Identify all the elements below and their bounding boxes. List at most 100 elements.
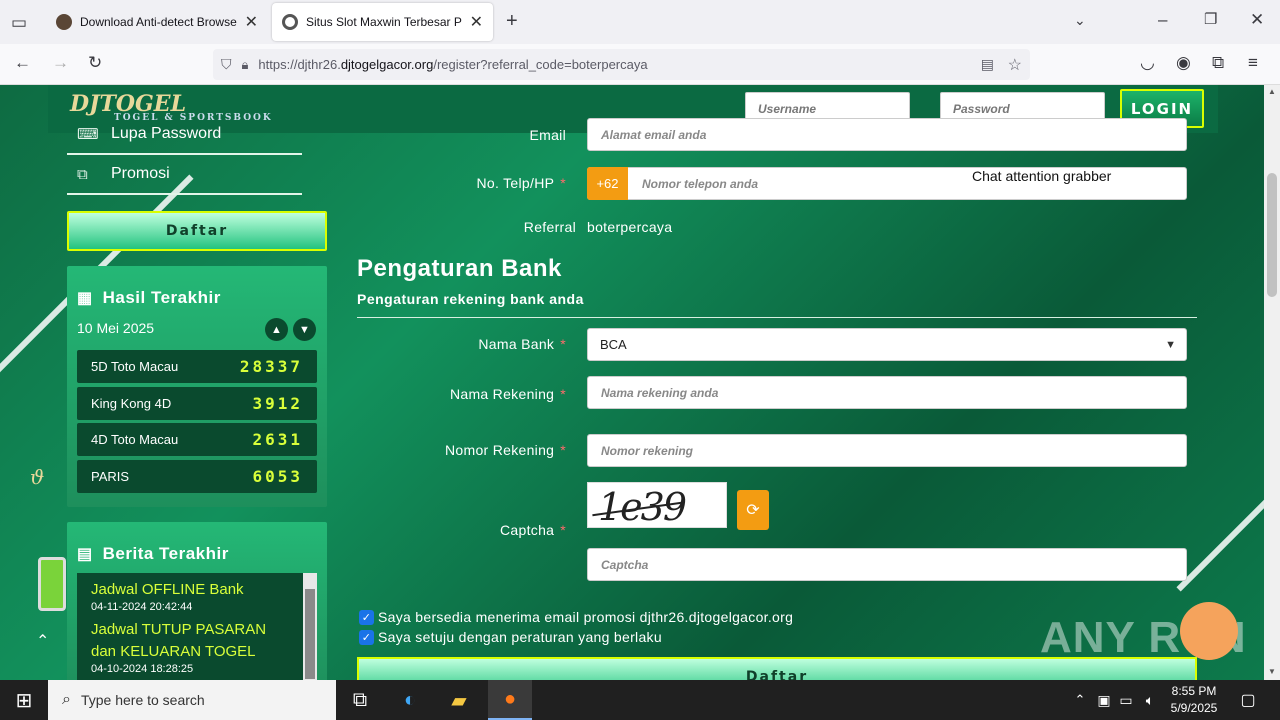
firefox-icon[interactable]: ●	[488, 680, 532, 720]
news-panel: ▤ Berita Terakhir Jadwal OFFLINE Bank 04…	[67, 522, 327, 680]
scroll-down-icon[interactable]: ▼	[1268, 667, 1276, 676]
result-number: 2631	[252, 430, 303, 449]
floating-logo-icon[interactable]: ϑ	[30, 465, 44, 489]
windows-taskbar: ⊞ ⌕ Type here to search ⧉ ◐ ▰ ● ⌃ ▣ ▭ 🔈︎…	[0, 680, 1280, 720]
tab-anti-detect[interactable]: Download Anti-detect Browser ✕	[46, 3, 268, 41]
promo-checkbox-row[interactable]: ✓ Saya bersedia menerima email promosi d…	[359, 609, 793, 625]
label-text: Nama Rekening	[449, 386, 555, 402]
promo-checkbox-label: Saya bersedia menerima email promosi djt…	[378, 609, 794, 625]
close-window-icon[interactable]: ✕	[1250, 10, 1264, 30]
account-name-field[interactable]: Nama rekening anda	[587, 376, 1187, 409]
news-list[interactable]: Jadwal OFFLINE Bank 04-11-2024 20:42:44 …	[77, 573, 317, 680]
captcha-label: Captcha *	[500, 522, 566, 538]
search-placeholder: Type here to search	[80, 692, 205, 708]
section-divider	[357, 317, 1197, 318]
result-market: PARIS	[91, 469, 130, 484]
results-date: 10 Mei 2025	[77, 320, 155, 336]
bank-name-label: Nama Bank *	[478, 336, 566, 352]
check-icon[interactable]: ✓	[359, 629, 374, 645]
restore-icon[interactable]: ❐	[1204, 10, 1217, 28]
news-scrollbar[interactable]	[303, 573, 317, 680]
results-title-text: Hasil Terakhir	[102, 288, 221, 307]
web-page: DJTOGEL TOGEL & SPORTSBOOK Username Pass…	[0, 85, 1264, 680]
label-text: Nomor Rekening	[445, 442, 555, 458]
search-icon: ⌕	[62, 691, 71, 708]
account-name-label: Nama Rekening *	[449, 386, 566, 402]
extensions-icon[interactable]: ⧉	[1212, 53, 1224, 73]
tags-icon: ⧉	[77, 165, 88, 183]
terms-checkbox-label: Saya setuju dengan peraturan yang berlak…	[378, 629, 662, 645]
phone-widget-icon[interactable]	[38, 557, 66, 611]
reload-icon[interactable]: ↻	[88, 53, 102, 73]
phone-prefix: +62	[587, 167, 628, 200]
result-number: 6053	[252, 467, 303, 486]
scroll-top-icon[interactable]: ⌃	[36, 631, 49, 651]
url-bar[interactable]: ⛉ 🔒︎ https://djthr26. djtogelgacor.org/re…	[213, 49, 1030, 80]
bookmark-star-icon[interactable]: ☆	[1008, 55, 1022, 75]
news-item-date: 04-10-2024 18:28:25	[91, 663, 194, 675]
bank-section-title: Pengaturan Bank	[357, 255, 562, 282]
close-tab-icon[interactable]: ✕	[470, 12, 483, 32]
taskbar-search[interactable]: ⌕ Type here to search	[48, 680, 336, 720]
scroll-up-icon[interactable]: ▲	[1268, 87, 1276, 96]
forward-icon[interactable]: →	[52, 53, 69, 73]
url-path: /register?referral_code=boterpercaya	[433, 57, 648, 72]
minimize-icon[interactable]: –	[1158, 10, 1167, 30]
newspaper-icon: ▤	[77, 546, 93, 563]
shield-icon[interactable]: ⛉	[221, 56, 232, 73]
reader-view-icon[interactable]: ▤	[981, 56, 994, 73]
url-host: djtogelgacor.org	[340, 57, 434, 72]
terms-checkbox-row[interactable]: ✓ Saya setuju dengan peraturan yang berl…	[359, 629, 662, 645]
sidebar-item-promosi[interactable]: ⧉ Promosi	[67, 155, 302, 195]
sidebar-item-label: Lupa Password	[111, 125, 222, 142]
tab-label: Situs Slot Maxwin Terbesar Palin	[306, 15, 462, 29]
menu-icon[interactable]: ≡	[1248, 53, 1258, 73]
clock-date: 5/9/2025	[1170, 701, 1218, 715]
result-row: 4D Toto Macau 2631	[77, 423, 317, 456]
new-tab-icon[interactable]: +	[506, 10, 518, 33]
lock-icon[interactable]: 🔒︎	[242, 57, 249, 73]
result-market: 5D Toto Macau	[91, 359, 179, 374]
captcha-image: 1e39	[587, 482, 727, 528]
captcha-field[interactable]: Captcha	[587, 548, 1187, 581]
notification-icon[interactable]: ▢	[1232, 686, 1264, 714]
tab-favicon-icon	[282, 14, 298, 30]
keyboard-icon: ⌨	[77, 126, 99, 143]
chat-bubble-icon[interactable]	[1180, 602, 1238, 660]
chevron-down-icon[interactable]: ▼	[293, 318, 316, 341]
refresh-captcha-icon[interactable]: ⟳	[737, 490, 769, 530]
news-item-title[interactable]: Jadwal OFFLINE Bank	[77, 579, 317, 601]
file-explorer-icon[interactable]: ▰	[443, 686, 475, 714]
bank-select[interactable]: BCA ▼	[587, 328, 1187, 361]
submit-daftar-button[interactable]: Daftar	[357, 657, 1197, 680]
sidebar-daftar-button[interactable]: Daftar	[67, 211, 327, 251]
result-market: 4D Toto Macau	[91, 432, 179, 447]
close-tab-icon[interactable]: ✕	[245, 12, 258, 32]
result-market: King Kong 4D	[91, 396, 172, 411]
sidebar-item-lupa-password[interactable]: ⌨ Lupa Password	[67, 115, 302, 155]
bg-stripe	[1176, 304, 1264, 592]
account-icon[interactable]: ◉	[1176, 53, 1191, 73]
account-number-field[interactable]: Nomor rekening	[587, 434, 1187, 467]
chat-attention-grabber[interactable]: Chat attention grabber	[972, 168, 1111, 184]
page-scrollbar[interactable]: ▲ ▼	[1264, 85, 1280, 680]
chevron-up-icon[interactable]: ▲	[265, 318, 288, 341]
edge-icon[interactable]: ◐	[394, 686, 426, 714]
back-icon[interactable]: ←	[14, 53, 31, 73]
tab-list-icon[interactable]: ▭	[11, 13, 27, 33]
clock-time: 8:55 PM	[1171, 684, 1217, 698]
news-item-title[interactable]: Jadwal TUTUP PASARAN dan KELUARAN TOGEL	[77, 619, 277, 663]
pocket-icon[interactable]: ◡	[1140, 53, 1155, 73]
windows-start-icon[interactable]: ⊞	[8, 686, 40, 714]
taskbar-clock[interactable]: 8:55 PM 5/9/2025	[1160, 683, 1228, 717]
label-text: No. Telp/HP	[476, 175, 555, 191]
task-view-icon[interactable]: ⧉	[344, 686, 376, 714]
scroll-thumb[interactable]	[1267, 173, 1277, 297]
scroll-thumb[interactable]	[305, 589, 315, 679]
check-icon[interactable]: ✓	[359, 609, 374, 625]
chevron-down-icon[interactable]: ⌄	[1074, 12, 1086, 29]
news-panel-title: ▤ Berita Terakhir	[77, 544, 229, 564]
email-field[interactable]: Alamat email anda	[587, 118, 1187, 151]
calendar-icon: ▦	[77, 290, 93, 307]
tab-situs-slot[interactable]: Situs Slot Maxwin Terbesar Palin ✕	[272, 3, 493, 41]
